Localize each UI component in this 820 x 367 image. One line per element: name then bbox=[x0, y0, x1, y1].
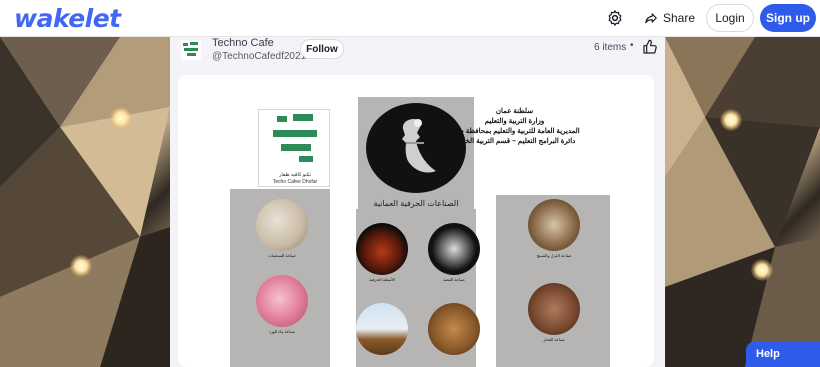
lamp-light bbox=[70, 255, 92, 277]
techno-cafe-logo[interactable] bbox=[180, 39, 202, 61]
share-icon bbox=[645, 13, 657, 24]
craft-item-handicrafts: الأشغلة الحرفية bbox=[356, 223, 408, 282]
follow-button[interactable]: Follow bbox=[300, 39, 344, 59]
share-button[interactable]: Share bbox=[644, 7, 695, 29]
gear-icon[interactable] bbox=[606, 9, 624, 27]
crafts-title: الصناعات الحرفية العمانية bbox=[373, 199, 459, 208]
collection-column: Techno Cafe @TechnoCafedf2021 Follow 6 i… bbox=[170, 37, 665, 367]
techno-cafe-brand: تكنو كافيه ظفار Techo Cafee Dhofar bbox=[258, 109, 330, 187]
items-count: 6 items bbox=[594, 42, 627, 53]
craft-photo bbox=[428, 223, 480, 275]
craft-caption: صناعة الفخار bbox=[543, 337, 565, 342]
craft-caption: الأشغلة الحرفية bbox=[369, 277, 395, 282]
author-handle[interactable]: @TechnoCafedf2021 bbox=[212, 51, 306, 62]
craft-photo bbox=[256, 275, 308, 327]
craft-item-wood bbox=[428, 303, 480, 355]
craft-caption: صناعة الغزل والنسيج bbox=[536, 253, 572, 258]
share-label: Share bbox=[663, 11, 696, 25]
heading-line: سلطنة عمان bbox=[495, 108, 534, 115]
brand-arabic-name: تكنو كافيه ظفار bbox=[279, 172, 311, 178]
heading-line: دائرة البرامج التعليم – قسم التربية الخا… bbox=[453, 138, 576, 145]
ceiling-pattern-right bbox=[665, 37, 820, 367]
craft-photo bbox=[528, 199, 580, 251]
signup-button[interactable]: Sign up bbox=[760, 4, 816, 32]
author-row: Techno Cafe @TechnoCafedf2021 Follow 6 i… bbox=[176, 37, 661, 67]
separator-dot: • bbox=[630, 40, 634, 51]
lamp-light bbox=[110, 107, 132, 129]
craft-item-rosewater: صناعة ماء الورد bbox=[256, 275, 308, 334]
craft-photo bbox=[356, 303, 408, 355]
craft-photo bbox=[356, 223, 408, 275]
poster-image: تكنو كافيه ظفار Techo Cafee Dhofar سلطنة… bbox=[230, 97, 612, 367]
background-right-panel bbox=[665, 37, 820, 367]
lamp-light bbox=[751, 259, 773, 281]
help-button[interactable]: Help bbox=[746, 342, 820, 367]
top-bar: wakelet Share Login Sign up bbox=[0, 0, 820, 37]
poster-heading: سلطنة عمان وزارة التربية والتعليم المدير… bbox=[422, 107, 607, 147]
craft-item-palm: صناعة السعفيات bbox=[256, 199, 308, 258]
craft-item-silver: صناعة الفضة bbox=[428, 223, 480, 282]
brand-english-name: Techo Cafee Dhofar bbox=[272, 179, 318, 185]
craft-photo bbox=[256, 199, 308, 251]
craft-item-pottery: صناعة الفخار bbox=[528, 283, 580, 342]
login-button[interactable]: Login bbox=[706, 4, 754, 32]
background-left-panel bbox=[0, 37, 170, 367]
author-name[interactable]: Techno Cafe bbox=[212, 37, 274, 49]
craft-caption: صناعة السعفيات bbox=[268, 253, 296, 258]
craft-photo bbox=[528, 283, 580, 335]
ceiling-pattern-left bbox=[0, 37, 170, 367]
lamp-light bbox=[720, 109, 742, 131]
craft-item-weaving: صناعة الغزل والنسيج bbox=[528, 199, 580, 258]
wakelet-logo[interactable]: wakelet bbox=[14, 4, 121, 33]
craft-photo bbox=[428, 303, 480, 355]
craft-caption: صناعة الفضة bbox=[443, 277, 465, 282]
brand-mark bbox=[273, 114, 317, 162]
thumbs-up-icon[interactable] bbox=[642, 39, 658, 55]
heading-line: المديرية العامة للتربية والتعليم بمحافظة… bbox=[449, 128, 580, 135]
craft-item-boat bbox=[356, 303, 408, 355]
collection-item-card[interactable]: تكنو كافيه ظفار Techo Cafee Dhofar سلطنة… bbox=[178, 75, 654, 367]
craft-caption: صناعة ماء الورد bbox=[269, 329, 295, 334]
heading-line: وزارة التربية والتعليم bbox=[484, 118, 545, 125]
